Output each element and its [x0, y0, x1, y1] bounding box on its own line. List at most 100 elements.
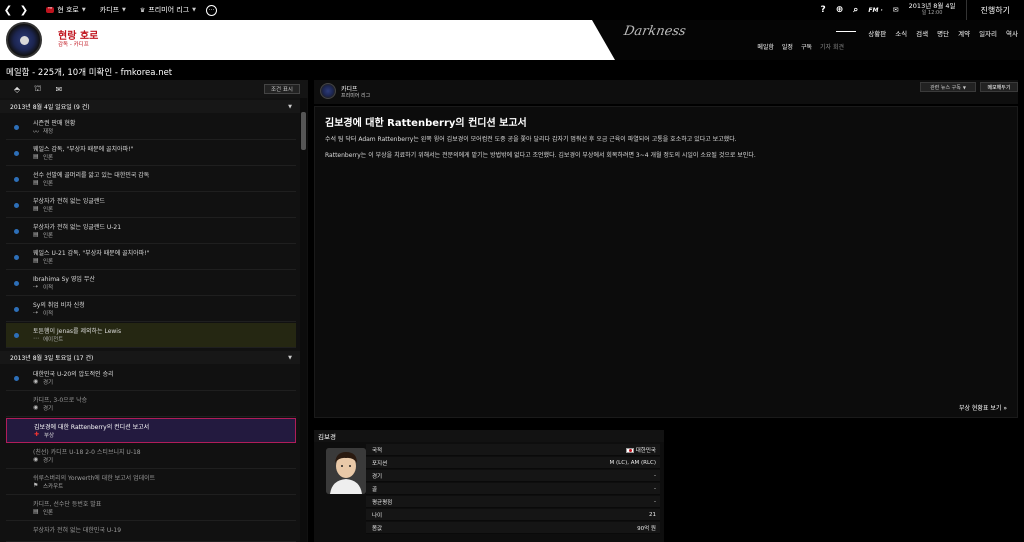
message-competition[interactable]: 프리미어 리그 — [341, 92, 370, 99]
scrollbar-thumb[interactable] — [301, 112, 306, 150]
team-menu[interactable]: 카디프 ▼ — [100, 5, 126, 15]
nav-jobs[interactable]: 일자리 — [979, 28, 997, 38]
player-row-key: 평균평점 — [372, 499, 393, 506]
list-item[interactable]: 쉬루스버리의 Yorwerth에 대한 보고서 업데이트 ⚑ 스카우트 — [6, 470, 296, 495]
fm-menu-icon[interactable]: FM · — [868, 7, 882, 14]
top-bar: ❮ ❯ ᵀᴴ 현 호로 ▼ 카디프 ▼ ♛ 프리미어 리그 ▼ ··· ? ⊕ … — [0, 0, 1024, 20]
search-icon[interactable]: ⌕ — [853, 5, 858, 15]
chart-icon: 〰 — [33, 129, 40, 136]
injury-table-link[interactable]: 부상 현황표 보기 » — [959, 403, 1007, 412]
scout-icon: ⚑ — [33, 482, 39, 489]
selected-list-item[interactable]: 김보경에 대한 Rattenberry의 컨디션 보고서 ✚ 부상 — [6, 418, 296, 443]
message-title: Ibrahima Sy 영입 무산 — [33, 276, 95, 283]
message-title: 대한민국 U-20의 압도적인 승리 — [33, 371, 114, 378]
mail-icon[interactable]: ✉ — [893, 6, 899, 14]
message-title: 부상자가 전혀 없는 잉글랜드 — [33, 198, 105, 205]
sort-icon[interactable]: ⬘ — [14, 85, 20, 94]
message-category: 이적 — [43, 311, 54, 317]
club-menu[interactable]: ᵀᴴ 현 호로 ▼ — [46, 5, 86, 15]
main-nav: 상황판 소식 검색 명단 계약 일자리 역사 — [859, 28, 1018, 38]
nationality-value[interactable]: 대한민국 — [636, 448, 656, 454]
unread-dot-icon — [14, 177, 19, 182]
list-item[interactable]: 시즌권 판매 현황 〰 재정 — [6, 115, 296, 140]
list-item[interactable]: 부상자가 전혀 없는 대한민국 U-19 — [6, 522, 296, 542]
back-arrow-icon[interactable]: ❮ — [0, 5, 16, 16]
filter-show-button[interactable]: 조건 표시 — [264, 84, 300, 94]
day-label: 2013년 8월 4일 일요일 (9 건) — [10, 104, 90, 111]
memo-button[interactable]: 메모해두기 — [980, 82, 1018, 92]
message-category: 경기 — [43, 380, 54, 386]
day-header[interactable]: 2013년 8월 4일 일요일 (9 건) ▼ — [0, 100, 300, 113]
unread-dot-icon — [14, 307, 19, 312]
message-category: 이적 — [43, 285, 54, 291]
nav-squad[interactable]: 명단 — [937, 28, 949, 38]
list-item[interactable]: 부상자가 전혀 없는 잉글랜드 U-21 ▤ 인론 — [6, 219, 296, 244]
player-row-nationality: 국적 대한민국 — [366, 444, 660, 456]
list-item[interactable]: 토튼햄이 Jenas를 제외하는 Lewis ⋯ 에이전트 — [6, 323, 296, 348]
newspaper-icon: ▤ — [33, 508, 39, 515]
message-category: 인론 — [43, 207, 54, 213]
message-title: (친선) 카디프 U-18 2-0 스티브니지 U-18 — [33, 449, 141, 456]
message-header: 카디프 프리미어 리그 관련 뉴스 구독 ▼ 메모해두기 — [314, 80, 1018, 104]
player-card-header[interactable]: 김보경 — [314, 430, 664, 442]
page-title: 메일함 - 225개, 10개 미확인 - fmkorea.net — [6, 68, 173, 78]
ball-icon: ◉ — [33, 378, 39, 385]
fm-window: ❮ ❯ ᵀᴴ 현 호로 ▼ 카디프 ▼ ♛ 프리미어 리그 ▼ ··· ? ⊕ … — [0, 0, 1024, 542]
more-icon[interactable]: ··· — [206, 4, 218, 16]
unread-dot-icon — [14, 203, 19, 208]
list-item[interactable]: 웨일스 U-21 감독, "부상자 때문에 골치아파!" ▤ 인론 — [6, 245, 296, 270]
nav-history[interactable]: 역사 — [1006, 28, 1018, 38]
message-category: 재정 — [43, 129, 54, 135]
player-row-goals: 골 - — [366, 483, 660, 495]
tab-schedule[interactable]: 일정 — [782, 42, 793, 51]
club-badge-icon[interactable] — [320, 83, 336, 99]
sub-nav: 메일함 일정 구독 기자 회견 — [749, 42, 844, 51]
list-item[interactable]: 카디프, 선수단 등번호 발표 ▤ 인론 — [6, 496, 296, 521]
tab-inbox[interactable]: 메일함 — [757, 42, 774, 51]
list-item[interactable]: Ibrahima Sy 영입 무산 ⇢ 이적 — [6, 271, 296, 296]
help-icon[interactable]: ? — [821, 5, 826, 15]
message-title: 김보경에 대한 Rattenberry의 컨디션 보고서 — [325, 118, 527, 129]
list-item[interactable]: 대한민국 U-20의 압도적인 승리 ◉ 경기 — [6, 366, 296, 391]
player-row-key: 나이 — [372, 512, 383, 519]
list-item[interactable]: (친선) 카디프 U-18 2-0 스티브니지 U-18 ◉ 경기 — [6, 444, 296, 469]
player-card: 국적 대한민국 포지션 M (LC), AM (RLC) 경기 - 골 - 평균… — [314, 442, 664, 542]
filter-icon[interactable]: ⛫ — [34, 84, 41, 94]
collapse-icon[interactable]: ▼ — [288, 355, 292, 361]
list-item[interactable]: Sy의 취업 비자 신청 ⇢ 이적 — [6, 297, 296, 322]
list-item[interactable]: 부상자가 전혀 없는 잉글랜드 ▤ 인론 — [6, 193, 296, 218]
globe-icon[interactable]: ⊕ — [836, 5, 844, 15]
nav-contracts[interactable]: 계약 — [958, 28, 970, 38]
list-item[interactable]: 선수 선발에 골머리를 앓고 있는 대한민국 감독 ▤ 인론 — [6, 167, 296, 192]
tab-subscriptions[interactable]: 구독 — [801, 42, 812, 51]
player-photo[interactable] — [326, 448, 366, 494]
day-header[interactable]: 2013년 8월 3일 토요일 (17 건) ▼ — [0, 351, 300, 364]
tab-press-conference[interactable]: 기자 회견 — [820, 42, 844, 51]
collapse-icon[interactable]: ▼ — [288, 104, 292, 110]
nav-news[interactable]: 소식 — [895, 28, 907, 38]
club-badge-icon[interactable] — [6, 22, 42, 58]
forward-arrow-icon[interactable]: ❯ — [16, 5, 32, 16]
inbox-panel: ⬘ ⛫ ✉ 조건 표시 2013년 8월 4일 일요일 (9 건) ▼ 시즌권 … — [0, 80, 308, 542]
league-menu[interactable]: ♛ 프리미어 리그 ▼ — [140, 5, 196, 15]
player-row-value: - — [654, 472, 656, 479]
message-category: 스카우트 — [43, 484, 64, 490]
chevron-down-icon: ▼ — [192, 7, 197, 13]
nav-overview[interactable]: 상황판 — [868, 28, 886, 38]
player-row-key: 경기 — [372, 473, 383, 480]
inbox-toolbar: ⬘ ⛫ ✉ — [0, 80, 308, 98]
player-row-apps: 경기 - — [366, 470, 660, 482]
nav-search[interactable]: 검색 — [916, 28, 928, 38]
subscribe-news-button[interactable]: 관련 뉴스 구독 ▼ — [920, 82, 976, 92]
mail-icon[interactable]: ✉ — [56, 85, 63, 94]
message-title: Sy의 취업 비자 신청 — [33, 302, 85, 309]
message-category: 경기 — [43, 406, 54, 412]
unread-dot-icon — [14, 125, 19, 130]
medical-cross-icon: ✚ — [34, 431, 40, 438]
subscribe-news-label: 관련 뉴스 구독 — [930, 84, 961, 91]
continue-button[interactable]: 진행하기 — [965, 0, 1024, 20]
scrollbar[interactable] — [300, 98, 307, 542]
player-row-key: 골 — [372, 486, 378, 493]
list-item[interactable]: 카디프, 3-0으로 낙승 ◉ 경기 — [6, 392, 296, 417]
list-item[interactable]: 웨일스 감독, "부상자 때문에 골치아파!" ▤ 인론 — [6, 141, 296, 166]
